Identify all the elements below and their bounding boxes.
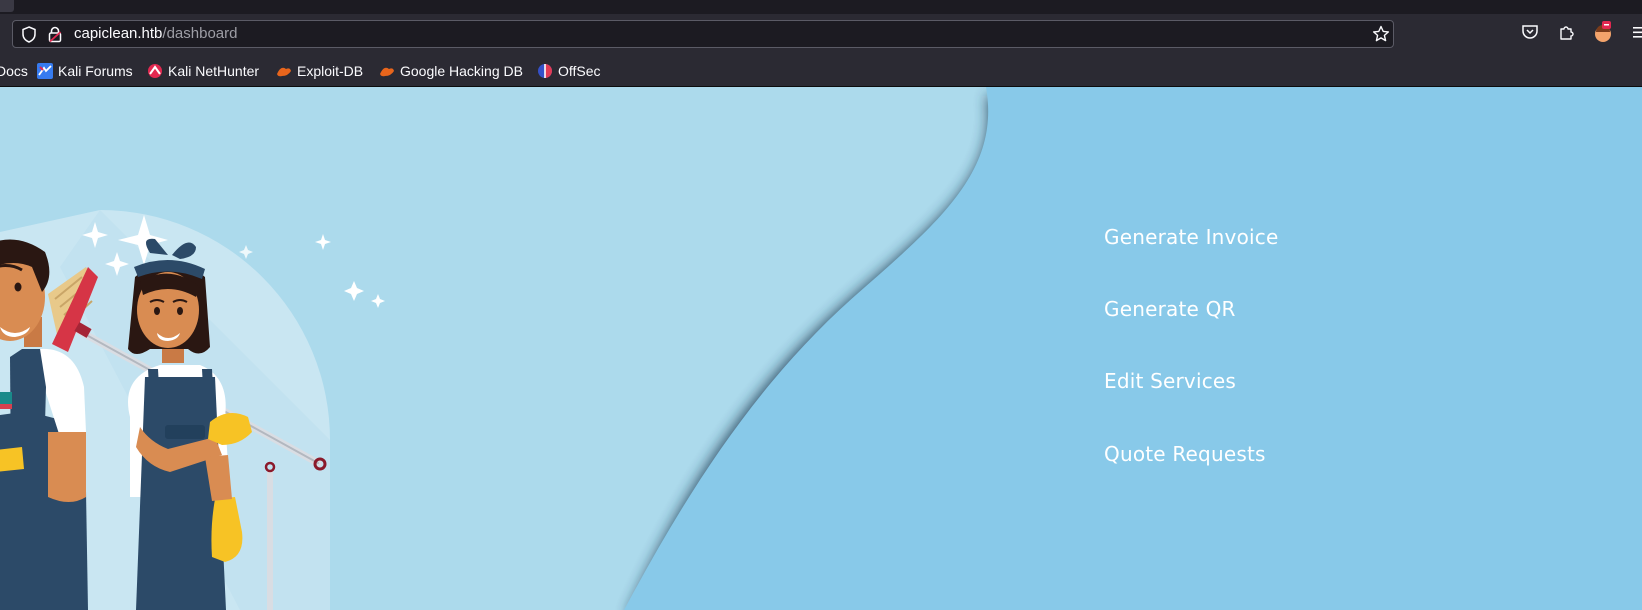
hero-illustration bbox=[0, 87, 1642, 610]
bookmark-label: Google Hacking DB bbox=[400, 63, 523, 79]
profile-avatar-icon[interactable] bbox=[1593, 21, 1613, 47]
mop-handle bbox=[267, 470, 273, 610]
edit-services-link[interactable]: Edit Services bbox=[1104, 369, 1236, 393]
bookmark-docs[interactable]: Docs bbox=[0, 61, 28, 81]
kali-forums-icon bbox=[37, 63, 53, 79]
sparkle-icon bbox=[239, 245, 253, 259]
menu-icon[interactable] bbox=[1633, 23, 1642, 45]
kali-nethunter-icon bbox=[148, 64, 162, 78]
dashboard-page: Generate Invoice Generate QR Edit Servic… bbox=[0, 87, 1642, 610]
url-text[interactable]: capiclean.htb/dashboard bbox=[74, 25, 237, 42]
url-path: /dashboard bbox=[162, 25, 238, 42]
sparkle-icon bbox=[371, 294, 385, 308]
pocket-icon[interactable] bbox=[1521, 23, 1539, 45]
lock-icon[interactable] bbox=[48, 26, 62, 47]
sparkle-icon bbox=[315, 234, 331, 250]
star-icon[interactable] bbox=[1372, 25, 1390, 47]
bookmark-label: Exploit-DB bbox=[297, 63, 364, 79]
offsec-icon bbox=[538, 64, 552, 78]
bookmark-label: Kali Forums bbox=[58, 63, 133, 79]
bookmark-exploit-db[interactable]: Exploit-DB bbox=[276, 61, 363, 81]
tab-strip bbox=[0, 0, 1642, 14]
bookmark-google-hacking-db[interactable]: Google Hacking DB bbox=[379, 61, 523, 81]
bookmarks-toolbar: Docs Kali Forums Kali NetHunter Exploit-… bbox=[0, 55, 1642, 87]
extensions-icon[interactable] bbox=[1558, 23, 1576, 45]
google-hacking-db-icon bbox=[380, 67, 394, 77]
bookmark-label: OffSec bbox=[558, 63, 601, 79]
bookmark-kali-forums[interactable]: Kali Forums bbox=[37, 61, 133, 81]
generate-invoice-link[interactable]: Generate Invoice bbox=[1104, 225, 1278, 249]
quote-requests-link[interactable]: Quote Requests bbox=[1104, 442, 1266, 466]
sparkle-icon bbox=[344, 281, 364, 301]
address-bar[interactable]: capiclean.htb/dashboard bbox=[12, 20, 1394, 48]
tab-edge[interactable] bbox=[0, 0, 14, 12]
shield-icon[interactable] bbox=[21, 26, 37, 47]
bookmark-label: Kali NetHunter bbox=[168, 63, 260, 79]
exploit-db-icon bbox=[277, 67, 291, 77]
generate-qr-link[interactable]: Generate QR bbox=[1104, 297, 1236, 321]
navigation-toolbar: capiclean.htb/dashboard bbox=[0, 14, 1642, 55]
bookmark-offsec[interactable]: OffSec bbox=[537, 61, 601, 81]
bookmark-kali-nethunter[interactable]: Kali NetHunter bbox=[147, 61, 259, 81]
url-host: capiclean.htb bbox=[74, 25, 163, 42]
bookmark-label: Docs bbox=[0, 63, 28, 79]
wave-panel bbox=[624, 87, 1642, 610]
